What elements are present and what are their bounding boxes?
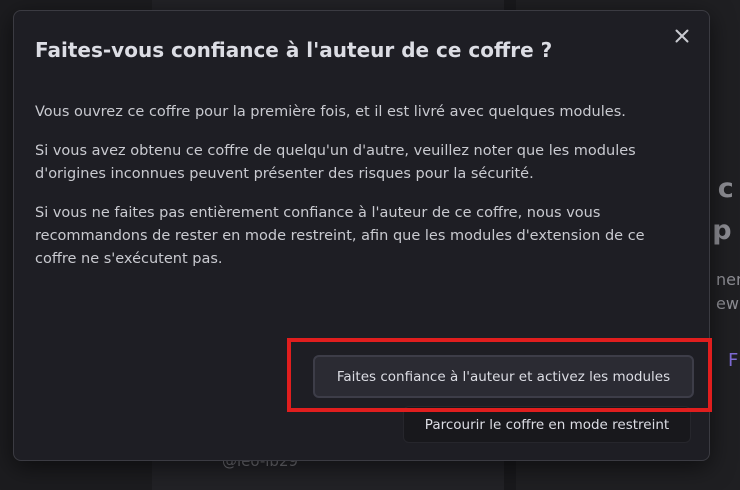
close-icon	[675, 29, 689, 43]
background-subtext: nen ew)	[716, 270, 740, 313]
trust-author-button[interactable]: Faites confiance à l'auteur et activez l…	[313, 355, 694, 398]
dialog-body: Vous ouvrez ce coffre pour la première f…	[35, 101, 675, 287]
dialog-title: Faites-vous confiance à l'auteur de ce c…	[35, 38, 553, 62]
trust-dialog: Faites-vous confiance à l'auteur de ce c…	[13, 10, 710, 461]
dialog-paragraph: Si vous avez obtenu ce coffre de quelqu'…	[35, 143, 636, 182]
restricted-mode-button[interactable]: Parcourir le coffre en mode restreint	[403, 406, 691, 443]
background-link: F	[728, 350, 739, 371]
close-button[interactable]	[669, 23, 695, 49]
dialog-paragraph: Si vous ne faites pas entièrement confia…	[35, 205, 645, 267]
dialog-paragraph: Vous ouvrez ce coffre pour la première f…	[35, 104, 626, 120]
